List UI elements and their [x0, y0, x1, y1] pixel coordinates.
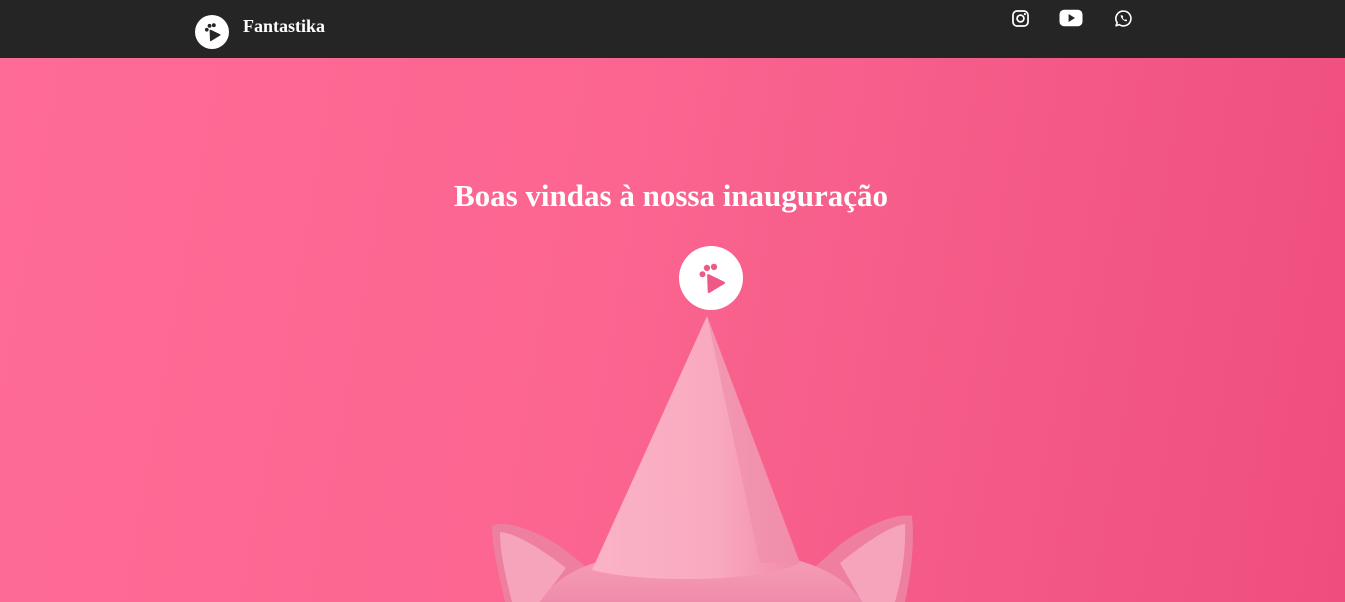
brand-name: Fantastika: [243, 15, 326, 36]
brand-logo: [195, 15, 229, 49]
instagram-link[interactable]: [1010, 7, 1030, 29]
hero-title: Boas vindas à nossa inauguração: [453, 178, 889, 213]
instagram-icon: [1011, 9, 1029, 27]
whatsapp-icon: [1114, 9, 1132, 27]
dog-party-hat-image: [492, 316, 913, 602]
paw-play-icon: [204, 23, 221, 42]
whatsapp-link[interactable]: [1113, 7, 1133, 29]
hero-section: Boas vindas à nossa inauguração: [0, 58, 1345, 602]
youtube-icon: [1059, 9, 1083, 27]
brand-link[interactable]: Fantastika: [195, 15, 325, 49]
hero-logo: [679, 246, 743, 310]
youtube-link[interactable]: [1059, 7, 1083, 29]
top-navbar: Fantastika: [0, 0, 1345, 58]
paw-play-icon: [699, 263, 725, 293]
